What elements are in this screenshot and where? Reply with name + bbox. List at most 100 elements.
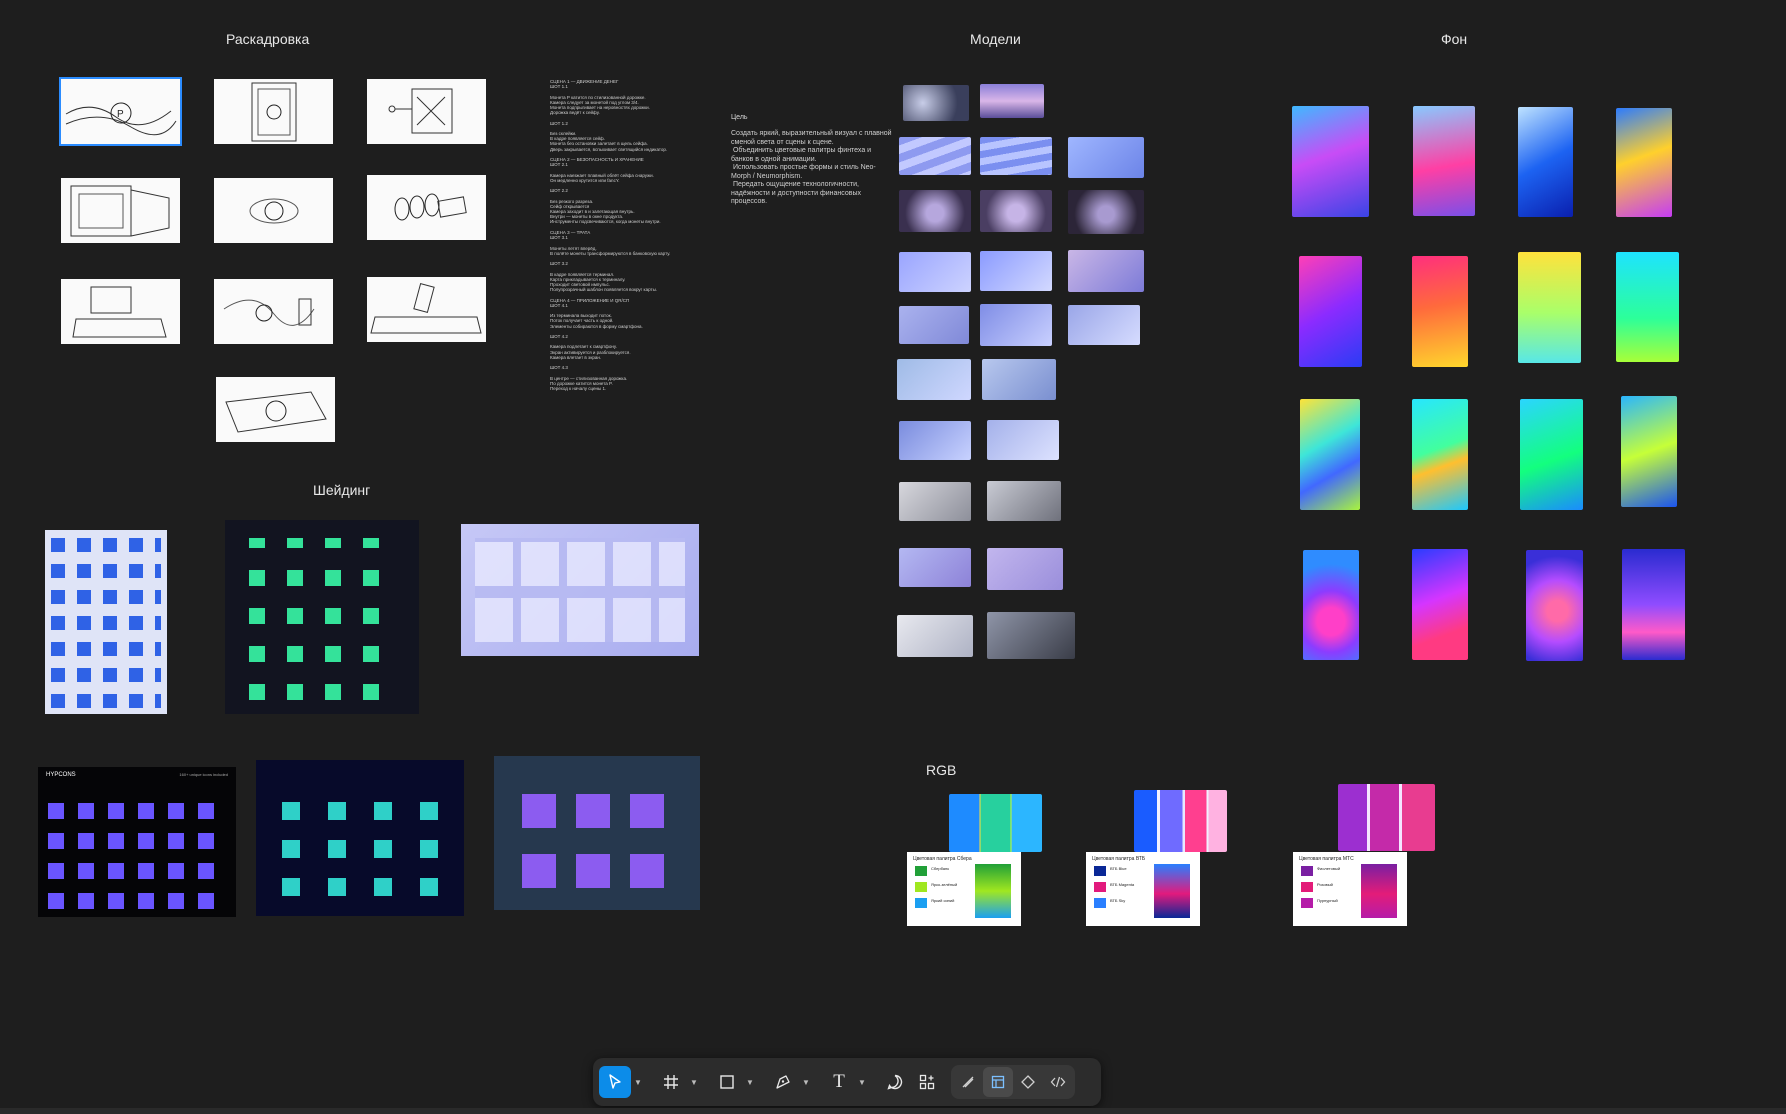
section-title-shading[interactable]: Шейдинг [313, 482, 370, 498]
palette-card-sber[interactable]: Цветовая палитра Сбера Сбербанк Ярко-зел… [907, 852, 1021, 926]
palette-row-name[interactable]: Ярко-зелёный [931, 882, 957, 887]
bg-gradient-9[interactable] [1300, 399, 1360, 510]
move-tool-icon[interactable] [599, 1066, 631, 1098]
model-percent-1[interactable] [899, 252, 971, 292]
storyboard-frame-6[interactable] [367, 175, 486, 240]
shading-dark-blue-sheet[interactable] [256, 760, 464, 916]
shading-icons-green-sheet[interactable] [225, 520, 419, 714]
model-safe-3[interactable] [1068, 190, 1144, 234]
bg-gradient-2[interactable] [1413, 106, 1475, 216]
comment-tool-icon[interactable] [879, 1066, 911, 1098]
model-card-2[interactable] [982, 359, 1056, 400]
palette-title[interactable]: Цветовая палитра Сбера [913, 856, 972, 862]
bg-gradient-3[interactable] [1518, 107, 1573, 217]
text-tool-icon[interactable]: T [823, 1066, 855, 1098]
model-p-2[interactable] [980, 304, 1052, 346]
palette-row-name[interactable]: Пурпурный [1317, 898, 1338, 903]
palette-row-name[interactable]: Розовый [1317, 882, 1333, 887]
bg-gradient-11[interactable] [1520, 399, 1583, 510]
goal-text[interactable]: Создать яркий, выразительный визуал с пл… [731, 130, 892, 207]
palette-row-name[interactable]: ВТБ Blue [1110, 866, 1127, 871]
palette-row-name[interactable]: Сбербанк [931, 866, 949, 871]
shading-purple-sheet[interactable] [494, 756, 700, 910]
palette-row-name[interactable]: Яркий синий [931, 898, 954, 903]
chevron-down-icon[interactable]: ▼ [687, 1066, 701, 1098]
bg-gradient-16[interactable] [1622, 549, 1685, 660]
section-title-rgb[interactable]: RGB [926, 762, 956, 778]
model-cards-stack-1[interactable] [899, 421, 971, 460]
model-3d-letters[interactable] [1068, 137, 1144, 178]
model-coin-stack[interactable] [980, 84, 1044, 118]
model-coins[interactable] [903, 85, 969, 121]
model-phone-2[interactable] [987, 612, 1075, 659]
model-safe-2[interactable] [980, 190, 1052, 232]
shading-icons-glass-sheet[interactable] [461, 524, 699, 656]
model-wave-2[interactable] [980, 137, 1052, 175]
bg-gradient-14[interactable] [1412, 549, 1468, 660]
pen-tool-icon[interactable] [767, 1066, 799, 1098]
model-wave-1[interactable] [899, 137, 971, 175]
canvas[interactable]: Раскадровка Модели Фон Шейдинг RGB P СЦЕ… [0, 0, 1786, 1114]
palette-title[interactable]: Цветовая палитра ВТБ [1092, 856, 1145, 862]
shading-hypcons-sheet[interactable]: HYPCONS 160+ unique icons included [38, 767, 236, 917]
model-qr-2[interactable] [987, 548, 1063, 590]
model-terminal-2[interactable] [987, 481, 1061, 521]
storyboard-frame-10[interactable] [216, 377, 335, 442]
storyboard-frame-1[interactable]: P [59, 77, 182, 146]
goal-title[interactable]: Цель [731, 114, 748, 121]
draw-mode-icon[interactable] [953, 1067, 983, 1097]
model-phone-flat[interactable] [1068, 305, 1140, 345]
bg-gradient-13[interactable] [1303, 550, 1359, 660]
palette-row-name[interactable]: ВТБ Sky [1110, 898, 1125, 903]
model-phone-1[interactable] [897, 615, 973, 657]
palette-title[interactable]: Цветовая палитра МТС [1299, 856, 1354, 862]
palette-card-mts[interactable]: Цветовая палитра МТС Фиолетовый Розовый … [1293, 852, 1407, 926]
design-mode-icon[interactable] [983, 1067, 1013, 1097]
script-text[interactable]: СЦЕНА 1 — ДВИЖЕНИЕ ДЕНЕГ ШОТ 1.1 Монета … [550, 79, 670, 391]
chevron-down-icon[interactable]: ▼ [855, 1066, 869, 1098]
bg-gradient-4[interactable] [1616, 108, 1672, 217]
bg-gradient-7[interactable] [1518, 252, 1581, 363]
bg-gradient-5[interactable] [1299, 256, 1362, 367]
hypcons-brand[interactable]: HYPCONS [46, 772, 76, 778]
bg-gradient-6[interactable] [1412, 256, 1468, 367]
model-card-1[interactable] [897, 359, 971, 400]
storyboard-frame-9[interactable] [367, 277, 486, 342]
storyboard-frame-2[interactable] [214, 79, 333, 144]
rectangle-tool-icon[interactable] [711, 1066, 743, 1098]
prototype-mode-icon[interactable] [1013, 1067, 1043, 1097]
chevron-down-icon[interactable]: ▼ [631, 1066, 645, 1098]
chevron-down-icon[interactable]: ▼ [799, 1066, 813, 1098]
storyboard-frame-7[interactable] [61, 279, 180, 344]
section-title-models[interactable]: Модели [970, 31, 1021, 47]
rgb-gradient-sber[interactable] [949, 794, 1042, 852]
bg-gradient-15[interactable] [1526, 550, 1583, 661]
chevron-down-icon[interactable]: ▼ [743, 1066, 757, 1098]
storyboard-frame-5[interactable] [214, 178, 333, 243]
section-title-background[interactable]: Фон [1441, 31, 1467, 47]
bg-gradient-10[interactable] [1412, 399, 1468, 510]
model-safe-1[interactable] [899, 190, 971, 232]
actions-icon[interactable] [911, 1066, 943, 1098]
palette-row-name[interactable]: Фиолетовый [1317, 866, 1340, 871]
bg-gradient-12[interactable] [1621, 396, 1677, 507]
hypcons-subtitle[interactable]: 160+ unique icons included [179, 772, 228, 777]
storyboard-frame-3[interactable] [367, 79, 486, 144]
storyboard-frame-8[interactable] [214, 279, 333, 344]
model-terminal-1[interactable] [899, 482, 971, 521]
rgb-gradient-mts[interactable] [1338, 784, 1435, 851]
model-cards-stack-2[interactable] [987, 420, 1059, 460]
model-percent-3[interactable] [1068, 250, 1144, 292]
shading-icons-blue-sheet[interactable] [45, 530, 167, 714]
dev-mode-icon[interactable] [1043, 1067, 1073, 1097]
palette-row-name[interactable]: ВТБ Magenta [1110, 882, 1134, 887]
model-p-1[interactable] [899, 306, 969, 344]
rgb-gradient-vtb[interactable] [1134, 790, 1227, 852]
storyboard-frame-4[interactable] [61, 178, 180, 243]
palette-card-vtb[interactable]: Цветовая палитра ВТБ ВТБ Blue ВТБ Magent… [1086, 852, 1200, 926]
bg-gradient-8[interactable] [1616, 252, 1679, 362]
bg-gradient-1[interactable] [1292, 106, 1369, 217]
model-qr-1[interactable] [899, 548, 971, 587]
section-title-storyboard[interactable]: Раскадровка [226, 31, 309, 47]
model-percent-2[interactable] [980, 251, 1052, 291]
